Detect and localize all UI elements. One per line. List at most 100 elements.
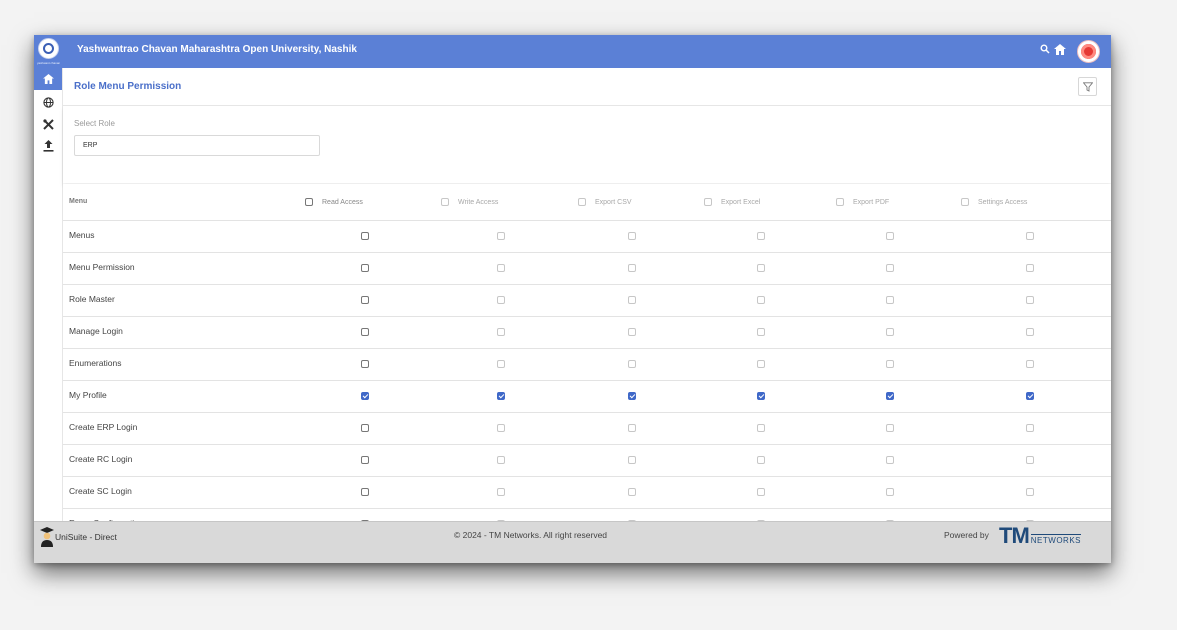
table-header: Menu Read Access Write Access Export CSV… <box>63 184 1111 221</box>
export-pdf-checkbox[interactable] <box>886 360 894 368</box>
export-excel-checkbox[interactable] <box>757 456 765 464</box>
export-csv-checkbox[interactable] <box>628 456 636 464</box>
export-excel-checkbox[interactable] <box>757 328 765 336</box>
write-checkbox[interactable] <box>497 264 505 272</box>
export-pdf-checkbox[interactable] <box>886 424 894 432</box>
export-excel-checkbox[interactable] <box>757 392 765 400</box>
read-checkbox[interactable] <box>361 296 369 304</box>
menu-name: My Profile <box>69 390 107 400</box>
settings-checkbox[interactable] <box>1026 488 1034 496</box>
export-excel-checkbox[interactable] <box>757 296 765 304</box>
university-logo[interactable] <box>38 38 59 59</box>
read-checkbox[interactable] <box>361 488 369 496</box>
menu-name: Create RC Login <box>69 454 133 464</box>
read-checkbox[interactable] <box>361 360 369 368</box>
logo-caption: yashwant chavan <box>37 61 61 65</box>
export-excel-checkbox[interactable] <box>757 360 765 368</box>
select-all-read-checkbox[interactable] <box>305 198 313 206</box>
read-checkbox[interactable] <box>361 392 369 400</box>
column-header-menu: Menu <box>69 198 88 205</box>
settings-checkbox[interactable] <box>1026 360 1034 368</box>
globe-icon <box>42 96 54 108</box>
write-checkbox[interactable] <box>497 456 505 464</box>
menu-name: Role Master <box>69 294 115 304</box>
sidebar-item-upload[interactable] <box>34 135 62 157</box>
read-checkbox[interactable] <box>361 456 369 464</box>
export-pdf-checkbox[interactable] <box>886 264 894 272</box>
export-csv-checkbox[interactable] <box>628 424 636 432</box>
menu-name: Create ERP Login <box>69 422 138 432</box>
column-header-settings[interactable]: Settings Access <box>961 198 1027 206</box>
logo-networks: NETWORKS <box>1030 534 1081 545</box>
export-csv-checkbox[interactable] <box>628 232 636 240</box>
filter-icon <box>1083 82 1093 92</box>
select-all-pdf-checkbox[interactable] <box>836 198 844 206</box>
select-all-csv-checkbox[interactable] <box>578 198 586 206</box>
export-csv-checkbox[interactable] <box>628 296 636 304</box>
select-all-excel-checkbox[interactable] <box>704 198 712 206</box>
export-excel-checkbox[interactable] <box>757 424 765 432</box>
settings-checkbox[interactable] <box>1026 456 1034 464</box>
table-row: Create SC Login <box>63 477 1111 509</box>
read-checkbox[interactable] <box>361 264 369 272</box>
settings-checkbox[interactable] <box>1026 424 1034 432</box>
write-checkbox[interactable] <box>497 232 505 240</box>
sidebar-item-globe[interactable] <box>34 91 62 113</box>
filter-button[interactable] <box>1078 77 1097 96</box>
home-icon[interactable] <box>1054 44 1066 59</box>
select-all-write-checkbox[interactable] <box>441 198 449 206</box>
column-header-export-excel[interactable]: Export Excel <box>704 198 760 206</box>
settings-checkbox[interactable] <box>1026 328 1034 336</box>
export-excel-checkbox[interactable] <box>757 264 765 272</box>
column-header-read[interactable]: Read Access <box>305 198 363 206</box>
logo-tm: TM <box>999 523 1030 548</box>
search-icon[interactable] <box>1040 44 1050 58</box>
export-pdf-checkbox[interactable] <box>886 392 894 400</box>
read-checkbox[interactable] <box>361 424 369 432</box>
sidebar-item-home[interactable] <box>34 68 62 90</box>
select-all-settings-checkbox[interactable] <box>961 198 969 206</box>
settings-checkbox[interactable] <box>1026 264 1034 272</box>
tm-networks-logo[interactable]: TM NETWORKS <box>999 523 1081 547</box>
sidebar-item-tools[interactable] <box>34 113 62 135</box>
column-header-write[interactable]: Write Access <box>441 198 498 206</box>
top-bar: yashwant chavan Yashwantrao Chavan Mahar… <box>34 35 1111 68</box>
settings-checkbox[interactable] <box>1026 296 1034 304</box>
column-header-export-pdf[interactable]: Export PDF <box>836 198 889 206</box>
export-csv-checkbox[interactable] <box>628 328 636 336</box>
table-row: Menus <box>63 221 1111 253</box>
read-checkbox[interactable] <box>361 328 369 336</box>
export-csv-checkbox[interactable] <box>628 360 636 368</box>
app-window: yashwant chavan Yashwantrao Chavan Mahar… <box>34 35 1111 563</box>
export-csv-checkbox[interactable] <box>628 392 636 400</box>
write-checkbox[interactable] <box>497 328 505 336</box>
export-pdf-checkbox[interactable] <box>886 296 894 304</box>
write-checkbox[interactable] <box>497 424 505 432</box>
column-header-export-csv[interactable]: Export CSV <box>578 198 632 206</box>
sidebar <box>34 68 63 521</box>
role-select-input[interactable] <box>74 135 320 156</box>
menu-name: Enumerations <box>69 358 122 368</box>
table-row: Create RC Login <box>63 445 1111 477</box>
export-csv-checkbox[interactable] <box>628 488 636 496</box>
export-excel-checkbox[interactable] <box>757 232 765 240</box>
write-checkbox[interactable] <box>497 360 505 368</box>
menu-name: Manage Login <box>69 326 123 336</box>
export-pdf-checkbox[interactable] <box>886 488 894 496</box>
export-excel-checkbox[interactable] <box>757 488 765 496</box>
export-pdf-checkbox[interactable] <box>886 456 894 464</box>
user-avatar[interactable] <box>1077 40 1100 63</box>
settings-checkbox[interactable] <box>1026 232 1034 240</box>
brand-name: UniSuite - Direct <box>55 532 117 542</box>
settings-checkbox[interactable] <box>1026 392 1034 400</box>
export-pdf-checkbox[interactable] <box>886 328 894 336</box>
table-row: My Profile <box>63 381 1111 413</box>
export-csv-checkbox[interactable] <box>628 264 636 272</box>
read-checkbox[interactable] <box>361 232 369 240</box>
write-checkbox[interactable] <box>497 488 505 496</box>
write-checkbox[interactable] <box>497 296 505 304</box>
app-title: Yashwantrao Chavan Maharashtra Open Univ… <box>77 44 357 55</box>
write-checkbox[interactable] <box>497 392 505 400</box>
menu-name: Menus <box>69 230 95 240</box>
export-pdf-checkbox[interactable] <box>886 232 894 240</box>
